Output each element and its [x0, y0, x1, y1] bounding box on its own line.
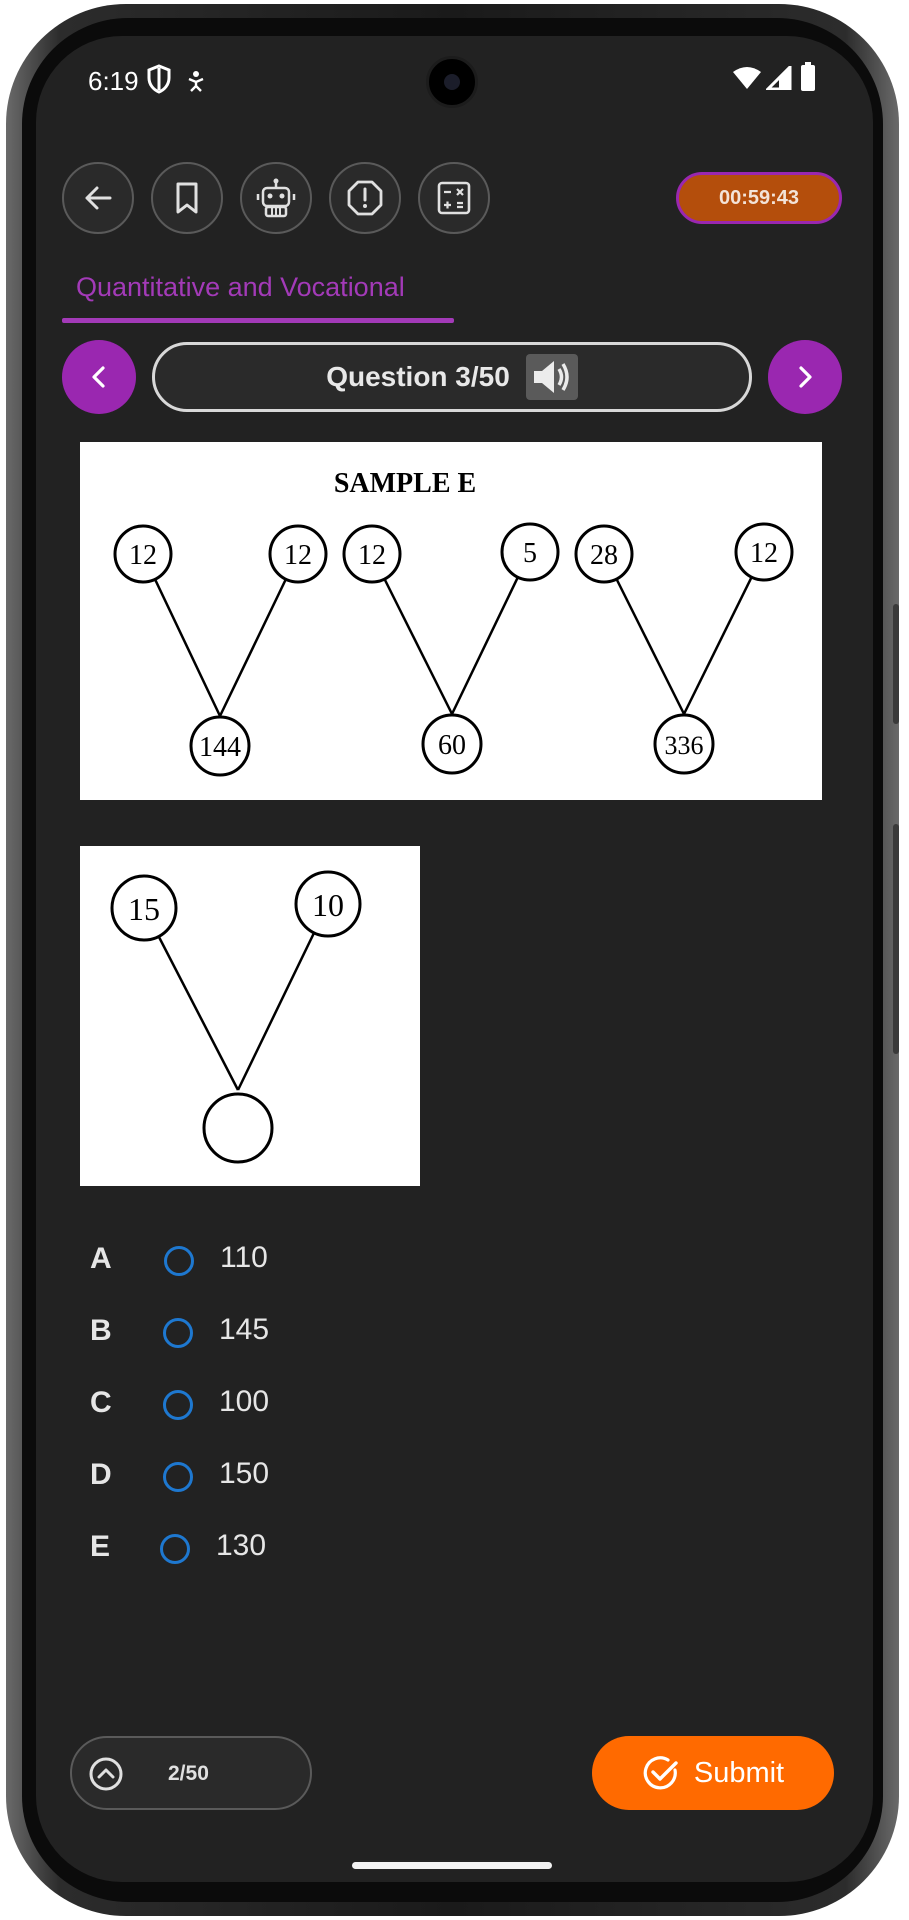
sample1-bottom-value: 144 [199, 732, 241, 763]
option-value: 150 [219, 1457, 270, 1490]
option-letter: D [90, 1458, 112, 1491]
bookmark-icon [176, 182, 198, 214]
radio-button[interactable] [164, 1246, 194, 1276]
submit-label: Submit [693, 1756, 785, 1789]
sample2-right-value: 5 [523, 538, 537, 569]
chevron-up-circle-icon [89, 1757, 123, 1791]
app-screen: 6:19 00:59:43 Quantitative and Vocationa… [36, 36, 873, 1882]
status-time: 6:19 [88, 66, 139, 96]
accessibility-icon [188, 71, 204, 92]
robot-icon [256, 178, 296, 218]
sample-figure: SAMPLE E 12 12 144 12 5 60 28 12 336 [80, 442, 822, 800]
bookmark-button[interactable] [151, 162, 223, 234]
next-question-button[interactable] [768, 340, 842, 414]
report-button[interactable] [329, 162, 401, 234]
question-right-value: 10 [312, 887, 344, 923]
ai-assistant-button[interactable] [240, 162, 312, 234]
audio-button[interactable] [525, 354, 578, 400]
radio-button[interactable] [163, 1390, 193, 1420]
question-diagram: 15 10 [110, 870, 362, 1164]
sample2-left-value: 12 [358, 540, 386, 571]
radio-button[interactable] [163, 1462, 193, 1492]
alert-octagon-icon [347, 180, 383, 216]
option-letter: E [90, 1530, 111, 1563]
speaker-icon [533, 361, 569, 393]
sample1-right-value: 12 [284, 540, 312, 571]
option-value: 130 [216, 1529, 267, 1562]
question-indicator: Question 3/50 [152, 342, 752, 412]
tab-indicator [62, 318, 454, 323]
sample-diagram: SAMPLE E 12 12 144 12 5 60 28 12 336 [113, 468, 794, 777]
sample3-right-value: 12 [750, 538, 778, 569]
question-left-value: 15 [128, 891, 160, 927]
chevron-right-icon [799, 366, 812, 388]
option-value: 110 [220, 1241, 268, 1274]
wifi-icon [733, 67, 761, 89]
progress-count: 2/50 [168, 1762, 209, 1785]
back-arrow-icon [85, 186, 112, 210]
sample-title: SAMPLE E [334, 468, 476, 499]
radio-button[interactable] [160, 1534, 190, 1564]
option-value: 145 [219, 1313, 270, 1346]
home-indicator[interactable] [352, 1862, 552, 1869]
question-progress[interactable]: 2/50 [70, 1736, 312, 1810]
previous-question-button[interactable] [62, 340, 136, 414]
shield-icon [147, 64, 171, 94]
volume-button [893, 604, 899, 724]
sample2-bottom-value: 60 [438, 730, 466, 761]
front-camera [426, 56, 478, 108]
chevron-left-icon [92, 366, 105, 388]
sample1-left-value: 12 [129, 540, 157, 571]
option-letter: B [90, 1314, 112, 1347]
calculator-icon [437, 181, 471, 215]
signal-icon [766, 66, 792, 90]
tab-quantitative-vocational[interactable]: Quantitative and Vocational [76, 272, 405, 303]
check-circle-icon [643, 1756, 678, 1790]
power-button [893, 824, 899, 1054]
calculator-button[interactable] [418, 162, 490, 234]
option-letter: C [90, 1386, 112, 1419]
battery-icon [801, 62, 815, 91]
sample3-bottom-value: 336 [665, 731, 704, 760]
sample3-left-value: 28 [590, 540, 618, 571]
countdown-timer: 00:59:43 [676, 167, 842, 231]
radio-button[interactable] [163, 1318, 193, 1348]
question-number: Question 3/50 [326, 361, 510, 392]
submit-button[interactable]: Submit [592, 1736, 834, 1810]
question-figure: 15 10 [80, 846, 420, 1186]
option-value: 100 [219, 1385, 270, 1418]
back-button[interactable] [62, 162, 134, 234]
option-letter: A [90, 1242, 112, 1275]
